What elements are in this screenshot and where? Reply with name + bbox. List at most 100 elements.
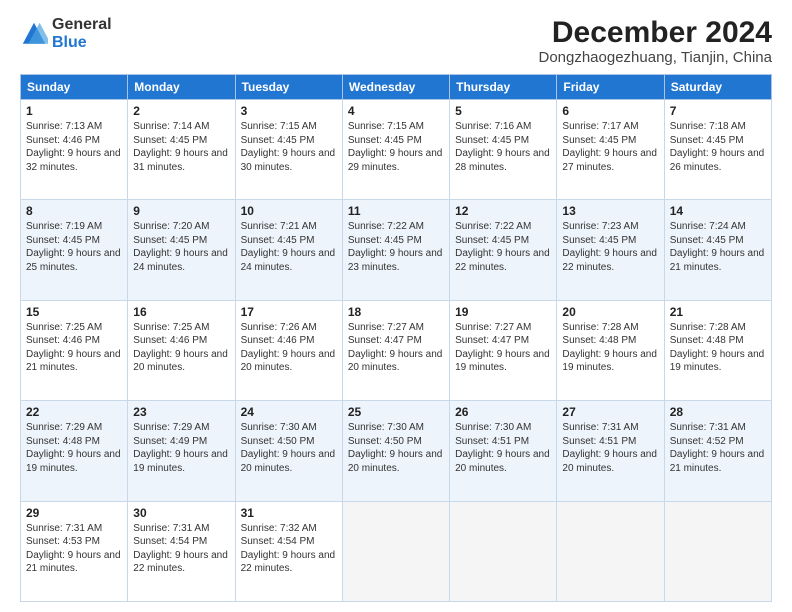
day-number: 23	[133, 405, 229, 419]
calendar-cell	[342, 501, 449, 601]
day-info: Sunrise: 7:29 AM Sunset: 4:48 PM Dayligh…	[26, 421, 122, 475]
day-number: 16	[133, 305, 229, 319]
calendar-cell: 12 Sunrise: 7:22 AM Sunset: 4:45 PM Dayl…	[450, 200, 557, 300]
day-number: 3	[241, 104, 337, 118]
calendar-cell	[450, 501, 557, 601]
calendar-cell: 24 Sunrise: 7:30 AM Sunset: 4:50 PM Dayl…	[235, 401, 342, 501]
day-info: Sunrise: 7:28 AM Sunset: 4:48 PM Dayligh…	[670, 321, 766, 375]
day-info: Sunrise: 7:17 AM Sunset: 4:45 PM Dayligh…	[562, 120, 658, 174]
calendar-week-1: 1 Sunrise: 7:13 AM Sunset: 4:46 PM Dayli…	[21, 100, 772, 200]
calendar-cell: 27 Sunrise: 7:31 AM Sunset: 4:51 PM Dayl…	[557, 401, 664, 501]
day-info: Sunrise: 7:25 AM Sunset: 4:46 PM Dayligh…	[26, 321, 122, 375]
day-info: Sunrise: 7:32 AM Sunset: 4:54 PM Dayligh…	[241, 522, 337, 576]
day-number: 13	[562, 204, 658, 218]
calendar-cell: 10 Sunrise: 7:21 AM Sunset: 4:45 PM Dayl…	[235, 200, 342, 300]
calendar-cell: 3 Sunrise: 7:15 AM Sunset: 4:45 PM Dayli…	[235, 100, 342, 200]
day-number: 17	[241, 305, 337, 319]
calendar-cell: 31 Sunrise: 7:32 AM Sunset: 4:54 PM Dayl…	[235, 501, 342, 601]
day-number: 9	[133, 204, 229, 218]
col-header-saturday: Saturday	[664, 75, 771, 100]
day-number: 6	[562, 104, 658, 118]
calendar-cell: 14 Sunrise: 7:24 AM Sunset: 4:45 PM Dayl…	[664, 200, 771, 300]
day-info: Sunrise: 7:30 AM Sunset: 4:50 PM Dayligh…	[241, 421, 337, 475]
day-number: 22	[26, 405, 122, 419]
calendar-cell: 18 Sunrise: 7:27 AM Sunset: 4:47 PM Dayl…	[342, 300, 449, 400]
day-number: 1	[26, 104, 122, 118]
day-info: Sunrise: 7:22 AM Sunset: 4:45 PM Dayligh…	[348, 220, 444, 274]
day-info: Sunrise: 7:25 AM Sunset: 4:46 PM Dayligh…	[133, 321, 229, 375]
day-info: Sunrise: 7:24 AM Sunset: 4:45 PM Dayligh…	[670, 220, 766, 274]
day-info: Sunrise: 7:15 AM Sunset: 4:45 PM Dayligh…	[241, 120, 337, 174]
logo-general: General	[52, 16, 112, 34]
day-number: 12	[455, 204, 551, 218]
day-number: 7	[670, 104, 766, 118]
col-header-tuesday: Tuesday	[235, 75, 342, 100]
day-info: Sunrise: 7:20 AM Sunset: 4:45 PM Dayligh…	[133, 220, 229, 274]
calendar-cell: 19 Sunrise: 7:27 AM Sunset: 4:47 PM Dayl…	[450, 300, 557, 400]
day-number: 24	[241, 405, 337, 419]
calendar-cell: 11 Sunrise: 7:22 AM Sunset: 4:45 PM Dayl…	[342, 200, 449, 300]
day-number: 4	[348, 104, 444, 118]
day-number: 11	[348, 204, 444, 218]
day-number: 25	[348, 405, 444, 419]
day-info: Sunrise: 7:31 AM Sunset: 4:52 PM Dayligh…	[670, 421, 766, 475]
calendar-cell: 16 Sunrise: 7:25 AM Sunset: 4:46 PM Dayl…	[128, 300, 235, 400]
calendar-cell: 22 Sunrise: 7:29 AM Sunset: 4:48 PM Dayl…	[21, 401, 128, 501]
calendar-cell: 29 Sunrise: 7:31 AM Sunset: 4:53 PM Dayl…	[21, 501, 128, 601]
calendar-week-4: 22 Sunrise: 7:29 AM Sunset: 4:48 PM Dayl…	[21, 401, 772, 501]
day-number: 15	[26, 305, 122, 319]
logo-icon	[20, 20, 48, 48]
logo-text: General Blue	[52, 16, 112, 51]
day-info: Sunrise: 7:31 AM Sunset: 4:54 PM Dayligh…	[133, 522, 229, 576]
day-number: 26	[455, 405, 551, 419]
day-info: Sunrise: 7:30 AM Sunset: 4:51 PM Dayligh…	[455, 421, 551, 475]
day-number: 5	[455, 104, 551, 118]
calendar-week-3: 15 Sunrise: 7:25 AM Sunset: 4:46 PM Dayl…	[21, 300, 772, 400]
calendar-cell: 13 Sunrise: 7:23 AM Sunset: 4:45 PM Dayl…	[557, 200, 664, 300]
day-number: 27	[562, 405, 658, 419]
day-number: 30	[133, 506, 229, 520]
calendar-cell: 8 Sunrise: 7:19 AM Sunset: 4:45 PM Dayli…	[21, 200, 128, 300]
day-info: Sunrise: 7:28 AM Sunset: 4:48 PM Dayligh…	[562, 321, 658, 375]
header: General Blue December 2024 Dongzhaogezhu…	[20, 16, 772, 66]
calendar-cell: 21 Sunrise: 7:28 AM Sunset: 4:48 PM Dayl…	[664, 300, 771, 400]
col-header-thursday: Thursday	[450, 75, 557, 100]
subtitle: Dongzhaogezhuang, Tianjin, China	[538, 49, 772, 66]
calendar-table: SundayMondayTuesdayWednesdayThursdayFrid…	[20, 74, 772, 602]
day-info: Sunrise: 7:15 AM Sunset: 4:45 PM Dayligh…	[348, 120, 444, 174]
day-info: Sunrise: 7:23 AM Sunset: 4:45 PM Dayligh…	[562, 220, 658, 274]
main-title: December 2024	[538, 16, 772, 49]
logo-blue: Blue	[52, 34, 112, 52]
calendar-cell: 5 Sunrise: 7:16 AM Sunset: 4:45 PM Dayli…	[450, 100, 557, 200]
calendar-cell: 2 Sunrise: 7:14 AM Sunset: 4:45 PM Dayli…	[128, 100, 235, 200]
title-block: December 2024 Dongzhaogezhuang, Tianjin,…	[538, 16, 772, 66]
day-number: 21	[670, 305, 766, 319]
page: General Blue December 2024 Dongzhaogezhu…	[0, 0, 792, 612]
calendar-cell: 23 Sunrise: 7:29 AM Sunset: 4:49 PM Dayl…	[128, 401, 235, 501]
day-info: Sunrise: 7:19 AM Sunset: 4:45 PM Dayligh…	[26, 220, 122, 274]
calendar-cell: 20 Sunrise: 7:28 AM Sunset: 4:48 PM Dayl…	[557, 300, 664, 400]
day-number: 31	[241, 506, 337, 520]
day-number: 28	[670, 405, 766, 419]
day-info: Sunrise: 7:14 AM Sunset: 4:45 PM Dayligh…	[133, 120, 229, 174]
day-info: Sunrise: 7:16 AM Sunset: 4:45 PM Dayligh…	[455, 120, 551, 174]
day-number: 2	[133, 104, 229, 118]
day-info: Sunrise: 7:27 AM Sunset: 4:47 PM Dayligh…	[455, 321, 551, 375]
calendar-cell: 17 Sunrise: 7:26 AM Sunset: 4:46 PM Dayl…	[235, 300, 342, 400]
day-info: Sunrise: 7:22 AM Sunset: 4:45 PM Dayligh…	[455, 220, 551, 274]
col-header-monday: Monday	[128, 75, 235, 100]
day-number: 20	[562, 305, 658, 319]
calendar-cell	[664, 501, 771, 601]
day-info: Sunrise: 7:30 AM Sunset: 4:50 PM Dayligh…	[348, 421, 444, 475]
calendar-cell: 15 Sunrise: 7:25 AM Sunset: 4:46 PM Dayl…	[21, 300, 128, 400]
day-info: Sunrise: 7:29 AM Sunset: 4:49 PM Dayligh…	[133, 421, 229, 475]
col-header-sunday: Sunday	[21, 75, 128, 100]
calendar-cell: 4 Sunrise: 7:15 AM Sunset: 4:45 PM Dayli…	[342, 100, 449, 200]
day-info: Sunrise: 7:18 AM Sunset: 4:45 PM Dayligh…	[670, 120, 766, 174]
calendar-week-2: 8 Sunrise: 7:19 AM Sunset: 4:45 PM Dayli…	[21, 200, 772, 300]
day-number: 29	[26, 506, 122, 520]
calendar-cell: 30 Sunrise: 7:31 AM Sunset: 4:54 PM Dayl…	[128, 501, 235, 601]
day-info: Sunrise: 7:31 AM Sunset: 4:53 PM Dayligh…	[26, 522, 122, 576]
calendar-cell: 26 Sunrise: 7:30 AM Sunset: 4:51 PM Dayl…	[450, 401, 557, 501]
day-info: Sunrise: 7:21 AM Sunset: 4:45 PM Dayligh…	[241, 220, 337, 274]
